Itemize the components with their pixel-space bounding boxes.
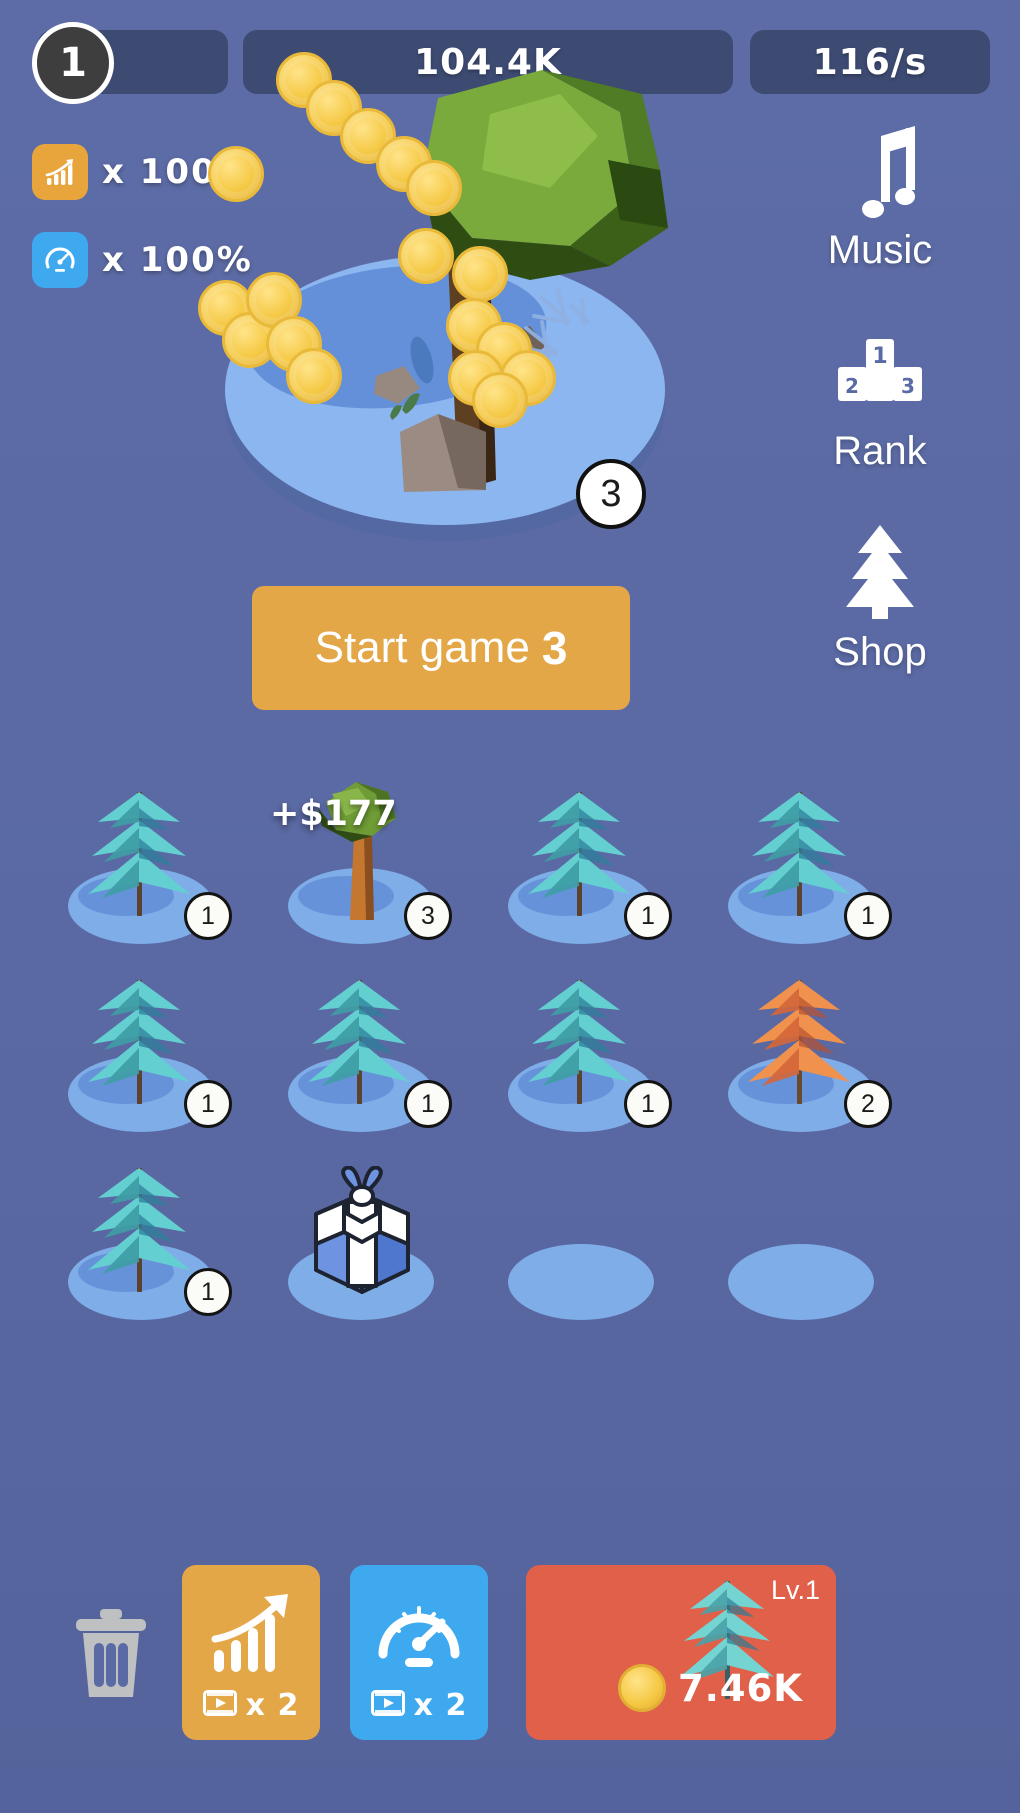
gift-slot[interactable] [250,1146,470,1334]
growth-chart-icon [32,144,88,200]
coin-icon [618,1664,666,1712]
menu-item-shop[interactable]: Shop [780,520,980,675]
tree-level-badge: 1 [404,1080,452,1128]
player-level-badge: 1 [32,22,114,104]
tree-level-badge: 3 [404,892,452,940]
tree-slot[interactable]: 1 [690,770,910,958]
pine-teal-icon [88,1168,190,1292]
svg-text:1: 1 [872,344,887,369]
pine-orange-icon [748,980,850,1104]
income-popup: +$177 [270,794,397,834]
pine-teal-icon [528,792,630,916]
video-ad-icon [202,1690,237,1721]
tree-grid-row: 1 [30,1146,910,1334]
svg-text:2: 2 [845,374,859,398]
pine-teal-icon [88,792,190,916]
svg-text:3: 3 [901,374,915,398]
tree-level-badge: 1 [184,892,232,940]
tree-slot[interactable]: 1 [470,958,690,1146]
tree-level-badge: 1 [844,892,892,940]
tree-slot[interactable]: 1 [250,958,470,1146]
pine-teal-icon [748,792,850,916]
menu-item-music[interactable]: Music [780,118,980,273]
menu-item-rank[interactable]: 1 2 3 Rank [780,319,980,474]
speed-boost-button[interactable]: x 2 [350,1565,488,1740]
buy-tree-card[interactable]: Lv.1 7.46K [526,1565,836,1740]
menu-label-music: Music [827,228,933,272]
rate-pill: 116/s [750,30,990,94]
bottom-action-bar: x 2 x 2 Lv.1 7.46K [0,1545,1020,1775]
trash-can-icon[interactable] [72,1607,150,1699]
income-boost-multiplier: x 2 [245,1688,300,1723]
speedometer-icon [32,232,88,288]
tree-slot[interactable]: 1 [30,770,250,958]
buy-tree-amount: 7.46K [678,1666,803,1710]
tree-slot[interactable]: 1 [470,770,690,958]
boost-footer: x 2 [202,1688,300,1723]
tree-level-badge: 1 [624,1080,672,1128]
music-note-icon [837,118,923,222]
buy-tree-price: 7.46K [618,1664,803,1712]
menu-label-rank: Rank [833,429,927,473]
plot-ground-empty [508,1244,654,1320]
tree-slot[interactable]: 2 [690,958,910,1146]
empty-plot-slot[interactable] [470,1146,690,1334]
start-game-button[interactable]: Start game 3 [252,586,630,710]
tree-slot[interactable]: +$177 3 [250,770,470,958]
tree-level-badge: 1 [184,1268,232,1316]
pine-teal-icon [528,980,630,1104]
tree-level-badge: 1 [184,1080,232,1128]
pine-tree-icon [828,520,932,624]
right-menu: Music 1 2 3 Rank Shop [780,118,980,721]
tree-grid: 1 +$177 3 1 1 1 1 1 2 1 [30,770,910,1334]
tree-slot[interactable]: 1 [30,958,250,1146]
growth-chart-icon [206,1582,296,1686]
main-island-level-badge: 3 [576,459,646,529]
income-boost-button[interactable]: x 2 [182,1565,320,1740]
tree-grid-row: 1 +$177 3 1 1 [30,770,910,958]
podium-rank-icon: 1 2 3 [832,319,928,423]
empty-plot-slot[interactable] [690,1146,910,1334]
speed-boost-multiplier: x 2 [413,1688,468,1723]
gift-box-icon [314,1166,410,1294]
start-game-count: 3 [541,622,568,674]
plot-ground-empty [728,1244,874,1320]
video-ad-icon [370,1690,405,1721]
tree-level-badge: 2 [844,1080,892,1128]
tree-level-badge: 1 [624,892,672,940]
tree-grid-row: 1 [30,958,910,1146]
tree-slot[interactable]: 1 [30,1146,250,1334]
menu-label-shop: Shop [833,630,927,674]
pine-teal-icon [88,980,190,1104]
boost-footer: x 2 [370,1688,468,1723]
speedometer-icon [373,1582,465,1686]
pine-teal-icon [308,980,410,1104]
game-screen: 104.4K 116/s 1 x 100% x 100% Music 1 2 3… [0,0,1020,1813]
start-game-label: Start game [314,623,530,672]
rate-value: 116/s [812,41,928,83]
